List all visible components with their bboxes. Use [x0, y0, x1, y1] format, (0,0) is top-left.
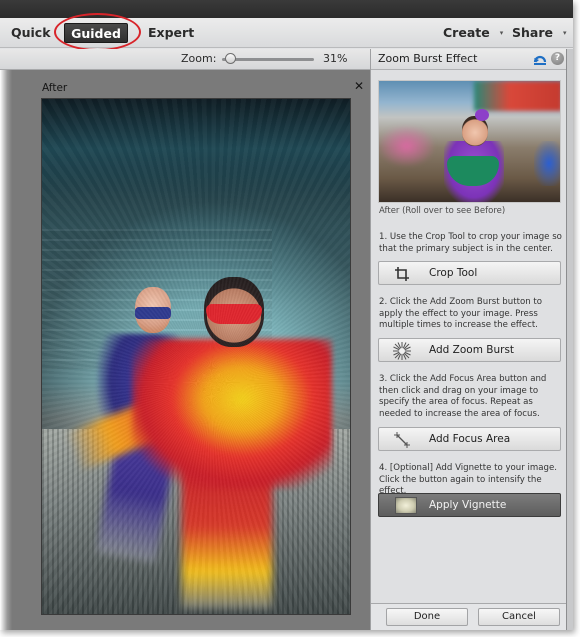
crop-tool-button[interactable]: Crop Tool: [378, 261, 561, 285]
document-view-label: After: [42, 82, 68, 94]
tab-expert[interactable]: Expert: [148, 23, 194, 43]
mode-menubar: Quick Guided Expert Create ▾ Share ▾: [0, 18, 573, 48]
zoom-value: 31%: [323, 52, 348, 65]
canvas-edge-shadow: [0, 70, 12, 630]
zoom-burst-overlay: [42, 99, 350, 614]
chevron-down-icon: ▾: [499, 29, 504, 37]
step-3-instructions: 3. Click the Add Focus Area button and t…: [379, 374, 547, 419]
panel-footer: Done Cancel: [371, 603, 566, 630]
vignette-icon: [395, 497, 417, 514]
preview-swing: [474, 81, 560, 111]
share-menu-label: Share: [512, 25, 553, 40]
create-menu-label: Create: [443, 25, 490, 40]
add-focus-area-button[interactable]: Add Focus Area: [378, 427, 561, 451]
help-icon[interactable]: ?: [551, 52, 564, 65]
zoom-label: Zoom:: [181, 52, 217, 65]
guided-edit-panel: Zoom Burst Effect ? After (Roll over to …: [370, 49, 566, 630]
focus-area-icon: [394, 432, 410, 448]
before-after-preview[interactable]: [378, 80, 561, 203]
tab-quick[interactable]: Quick: [11, 23, 51, 43]
zoom-bar: Zoom: 31%: [0, 49, 370, 70]
preview-pink-blur: [379, 126, 434, 166]
photoshop-elements-window: Quick Guided Expert Create ▾ Share ▾ Zoom:…: [0, 0, 573, 630]
chevron-down-icon: ▾: [562, 29, 567, 37]
zoom-burst-icon: [393, 342, 411, 360]
share-menu[interactable]: Share ▾: [512, 23, 567, 43]
add-zoom-burst-button-label: Add Zoom Burst: [429, 344, 515, 356]
preview-blue-blur: [534, 141, 560, 186]
add-focus-area-button-label: Add Focus Area: [429, 433, 511, 445]
preview-subject-bow: [475, 109, 489, 121]
document-image[interactable]: [41, 98, 351, 615]
done-button[interactable]: Done: [386, 608, 468, 626]
reset-icon[interactable]: [533, 53, 547, 65]
close-icon[interactable]: ✕: [354, 79, 364, 93]
step-2-instructions: 2. Click the Add Zoom Burst button to ap…: [379, 297, 543, 330]
add-zoom-burst-button[interactable]: Add Zoom Burst: [378, 338, 561, 362]
zoom-slider-handle[interactable]: [225, 53, 236, 64]
apply-vignette-button-label: Apply Vignette: [429, 499, 507, 511]
crop-icon: [395, 267, 409, 281]
preview-caption: After (Roll over to see Before): [379, 206, 506, 216]
step-1-instructions: 1. Use the Crop Tool to crop your image …: [379, 232, 562, 254]
panel-scrollbar[interactable]: [566, 49, 573, 630]
canvas-area: After ✕: [0, 70, 370, 630]
title-bar: [0, 0, 573, 18]
panel-header: Zoom Burst Effect ?: [371, 49, 566, 70]
apply-vignette-button[interactable]: Apply Vignette: [378, 493, 561, 517]
cancel-button[interactable]: Cancel: [478, 608, 560, 626]
crop-tool-button-label: Crop Tool: [429, 267, 478, 279]
panel-title: Zoom Burst Effect: [378, 52, 478, 65]
create-menu[interactable]: Create ▾: [443, 23, 503, 43]
tab-guided[interactable]: Guided: [64, 23, 128, 43]
